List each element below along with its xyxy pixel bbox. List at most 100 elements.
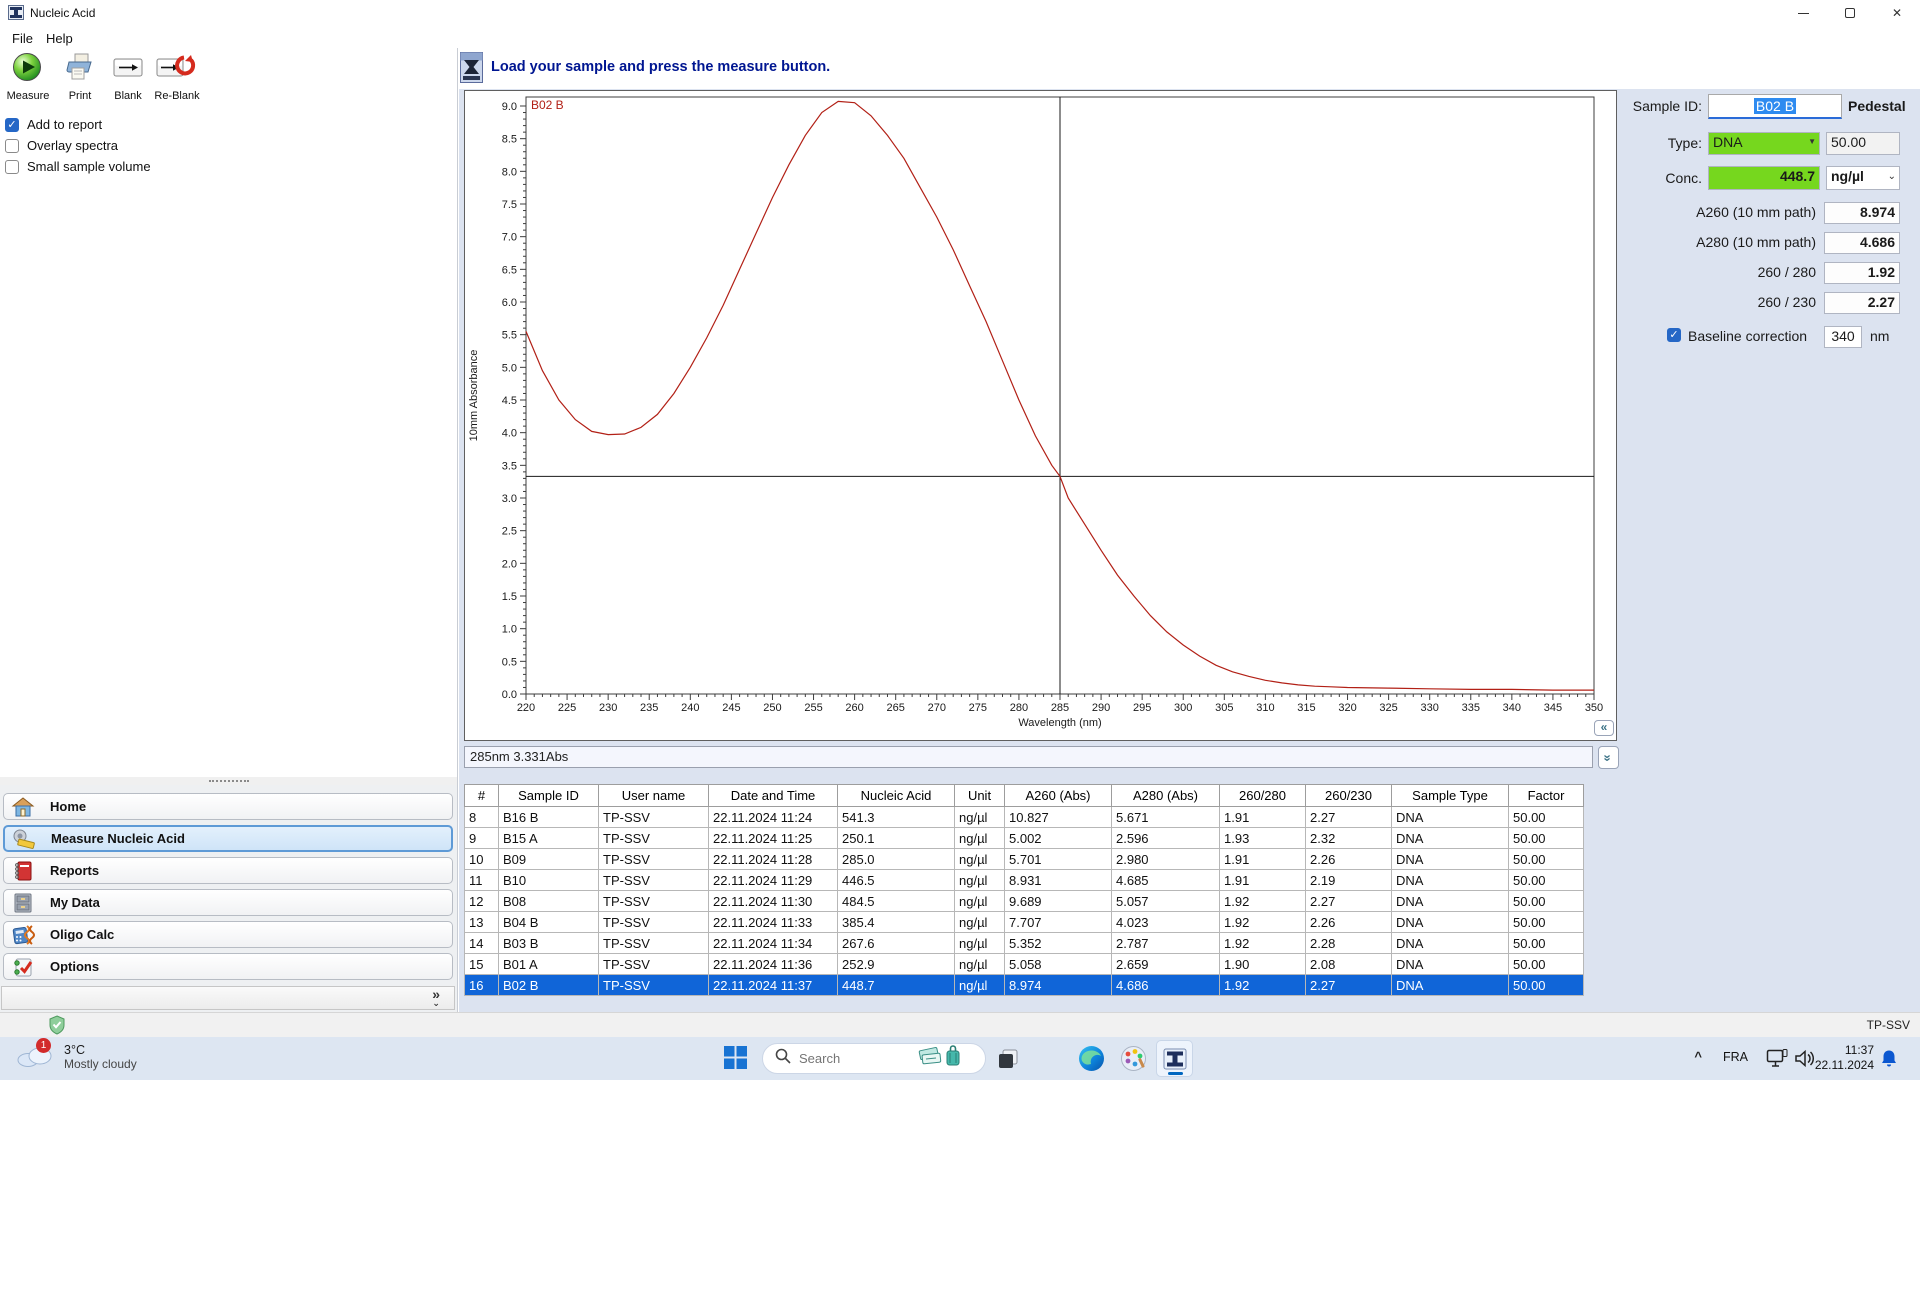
svg-text:295: 295 bbox=[1133, 702, 1151, 714]
search-box[interactable] bbox=[762, 1043, 986, 1074]
results-cell: 4.686 bbox=[1112, 975, 1220, 996]
svg-text:3.5: 3.5 bbox=[502, 460, 517, 472]
sidebar-item-options[interactable]: Options bbox=[3, 953, 453, 980]
results-cell: 22.11.2024 11:25 bbox=[709, 828, 838, 849]
minimize-button[interactable] bbox=[1780, 0, 1826, 26]
results-row[interactable]: 10B09TP-SSV22.11.2024 11:28285.0ng/µl5.7… bbox=[465, 849, 1584, 870]
sidebar-item-reports[interactable]: Reports bbox=[3, 857, 453, 884]
measure-icon bbox=[11, 52, 45, 84]
results-cell: 5.671 bbox=[1112, 807, 1220, 828]
results-header-cell[interactable]: Unit bbox=[955, 785, 1005, 807]
results-cell: B15 A bbox=[499, 828, 599, 849]
baseline-unit-label: nm bbox=[1870, 328, 1889, 344]
svg-text:275: 275 bbox=[969, 702, 987, 714]
overlay-spectra-checkbox[interactable]: Overlay spectra bbox=[5, 138, 118, 153]
results-cell: TP-SSV bbox=[599, 807, 709, 828]
clock[interactable]: 11:37 22.11.2024 bbox=[1815, 1043, 1874, 1073]
maximize-button[interactable] bbox=[1827, 0, 1873, 26]
small-sample-volume-checkbox[interactable]: Small sample volume bbox=[5, 159, 151, 174]
results-row[interactable]: 11B10TP-SSV22.11.2024 11:29446.5ng/µl8.9… bbox=[465, 870, 1584, 891]
results-cell: TP-SSV bbox=[599, 975, 709, 996]
sidebar-item-home[interactable]: Home bbox=[3, 793, 453, 820]
sample-id-input[interactable]: B02 B bbox=[1708, 94, 1842, 119]
results-row[interactable]: 9B15 ATP-SSV22.11.2024 11:25250.1ng/µl5.… bbox=[465, 828, 1584, 849]
tray-chevron-icon[interactable]: ^ bbox=[1694, 1049, 1702, 1064]
results-cell: 8.931 bbox=[1005, 870, 1112, 891]
baseline-wavelength-field[interactable]: 340 bbox=[1824, 326, 1862, 348]
results-header-cell[interactable]: A280 (Abs) bbox=[1112, 785, 1220, 807]
sidebar-item-oligo-calc[interactable]: Oligo Calc bbox=[3, 921, 453, 948]
results-header-cell[interactable]: Factor bbox=[1509, 785, 1584, 807]
instruction-message: Load your sample and press the measure b… bbox=[491, 59, 830, 75]
results-header-cell[interactable]: Date and Time bbox=[709, 785, 838, 807]
reblank-button[interactable]: Re-Blank bbox=[146, 52, 208, 102]
panel-splitter[interactable] bbox=[0, 777, 457, 785]
notification-bell-icon[interactable] bbox=[1880, 1049, 1898, 1073]
results-header-cell[interactable]: # bbox=[465, 785, 499, 807]
results-row[interactable]: 14B03 BTP-SSV22.11.2024 11:34267.6ng/µl5… bbox=[465, 933, 1584, 954]
sample-panel: Sample ID: B02 B Pedestal Type: DNA ▼ 50… bbox=[1620, 90, 1920, 410]
title-bar[interactable]: Nucleic Acid ✕ bbox=[0, 0, 1920, 26]
menu-help[interactable]: Help bbox=[40, 29, 79, 48]
results-cell: 2.08 bbox=[1306, 954, 1392, 975]
chevron-down-double-icon: » bbox=[1601, 754, 1616, 760]
results-cell: 267.6 bbox=[838, 933, 955, 954]
svg-text:245: 245 bbox=[722, 702, 740, 714]
spectrum-plot[interactable]: 0.00.51.01.52.02.53.03.54.04.55.05.56.06… bbox=[465, 91, 1616, 740]
results-row[interactable]: 16B02 BTP-SSV22.11.2024 11:37448.7ng/µl8… bbox=[465, 975, 1584, 996]
measure-button[interactable]: Measure bbox=[0, 52, 56, 102]
network-icon[interactable] bbox=[1766, 1049, 1788, 1073]
results-header-cell[interactable]: User name bbox=[599, 785, 709, 807]
results-cell: TP-SSV bbox=[599, 849, 709, 870]
search-input[interactable] bbox=[799, 1051, 909, 1066]
ratio-260-280-value: 1.92 bbox=[1824, 262, 1900, 284]
close-button[interactable]: ✕ bbox=[1874, 0, 1920, 26]
results-header-cell[interactable]: Sample Type bbox=[1392, 785, 1509, 807]
svg-text:315: 315 bbox=[1297, 702, 1315, 714]
results-cell: 2.32 bbox=[1306, 828, 1392, 849]
nav-expand-button[interactable]: »⌄ bbox=[1, 986, 455, 1010]
results-header-cell[interactable]: 260/280 bbox=[1220, 785, 1306, 807]
collapse-panel-button[interactable]: « bbox=[1594, 720, 1614, 736]
sidebar-item-measure-nucleic-acid[interactable]: Measure Nucleic Acid bbox=[3, 825, 453, 852]
results-cell: DNA bbox=[1392, 807, 1509, 828]
unit-select[interactable]: ng/µl ⌄ bbox=[1826, 166, 1900, 190]
volume-icon[interactable] bbox=[1794, 1049, 1816, 1073]
svg-text:7.0: 7.0 bbox=[502, 232, 517, 244]
svg-text:4.0: 4.0 bbox=[502, 428, 517, 440]
language-indicator[interactable]: FRA bbox=[1723, 1050, 1748, 1064]
results-cell: TP-SSV bbox=[599, 933, 709, 954]
main-area: Load your sample and press the measure b… bbox=[459, 48, 1920, 1012]
spectrum-chart[interactable]: 0.00.51.01.52.02.53.03.54.04.55.05.56.06… bbox=[464, 90, 1617, 741]
task-view-button[interactable] bbox=[996, 1047, 1020, 1076]
results-cell: TP-SSV bbox=[599, 870, 709, 891]
results-cell: 50.00 bbox=[1509, 849, 1584, 870]
home-icon bbox=[10, 796, 36, 818]
start-button[interactable] bbox=[724, 1046, 747, 1074]
results-header-cell[interactable]: A260 (Abs) bbox=[1005, 785, 1112, 807]
taskbar-app-button-nucleic-acid[interactable] bbox=[1156, 1040, 1193, 1077]
results-header-cell[interactable]: Sample ID bbox=[499, 785, 599, 807]
add-to-report-checkbox[interactable]: ✓ Add to report bbox=[5, 117, 102, 132]
results-row[interactable]: 12B08TP-SSV22.11.2024 11:30484.5ng/µl9.6… bbox=[465, 891, 1584, 912]
results-row[interactable]: 8B16 BTP-SSV22.11.2024 11:24541.3ng/µl10… bbox=[465, 807, 1584, 828]
svg-text:7.5: 7.5 bbox=[502, 199, 517, 211]
results-row[interactable]: 13B04 BTP-SSV22.11.2024 11:33385.4ng/µl7… bbox=[465, 912, 1584, 933]
results-header-cell[interactable]: Nucleic Acid bbox=[838, 785, 955, 807]
gallery-app-button[interactable] bbox=[1120, 1045, 1147, 1077]
results-row[interactable]: 15B01 ATP-SSV22.11.2024 11:36252.9ng/µl5… bbox=[465, 954, 1584, 975]
series-legend-label: B02 B bbox=[531, 98, 564, 112]
edge-browser-button[interactable] bbox=[1078, 1045, 1105, 1077]
results-header-cell[interactable]: 260/230 bbox=[1306, 785, 1392, 807]
results-cell: 250.1 bbox=[838, 828, 955, 849]
scroll-down-button[interactable]: » bbox=[1598, 746, 1619, 769]
factor-field[interactable]: 50.00 bbox=[1826, 132, 1900, 155]
menu-file[interactable]: File bbox=[6, 29, 39, 48]
type-select[interactable]: DNA ▼ bbox=[1708, 132, 1820, 155]
sidebar-item-my-data[interactable]: My Data bbox=[3, 889, 453, 916]
baseline-correction-checkbox[interactable]: ✓ bbox=[1667, 328, 1681, 342]
svg-text:6.0: 6.0 bbox=[502, 297, 517, 309]
weather-widget[interactable]: 1 3°C Mostly cloudy bbox=[14, 1040, 137, 1073]
results-cell: 22.11.2024 11:30 bbox=[709, 891, 838, 912]
svg-text:350: 350 bbox=[1585, 702, 1603, 714]
